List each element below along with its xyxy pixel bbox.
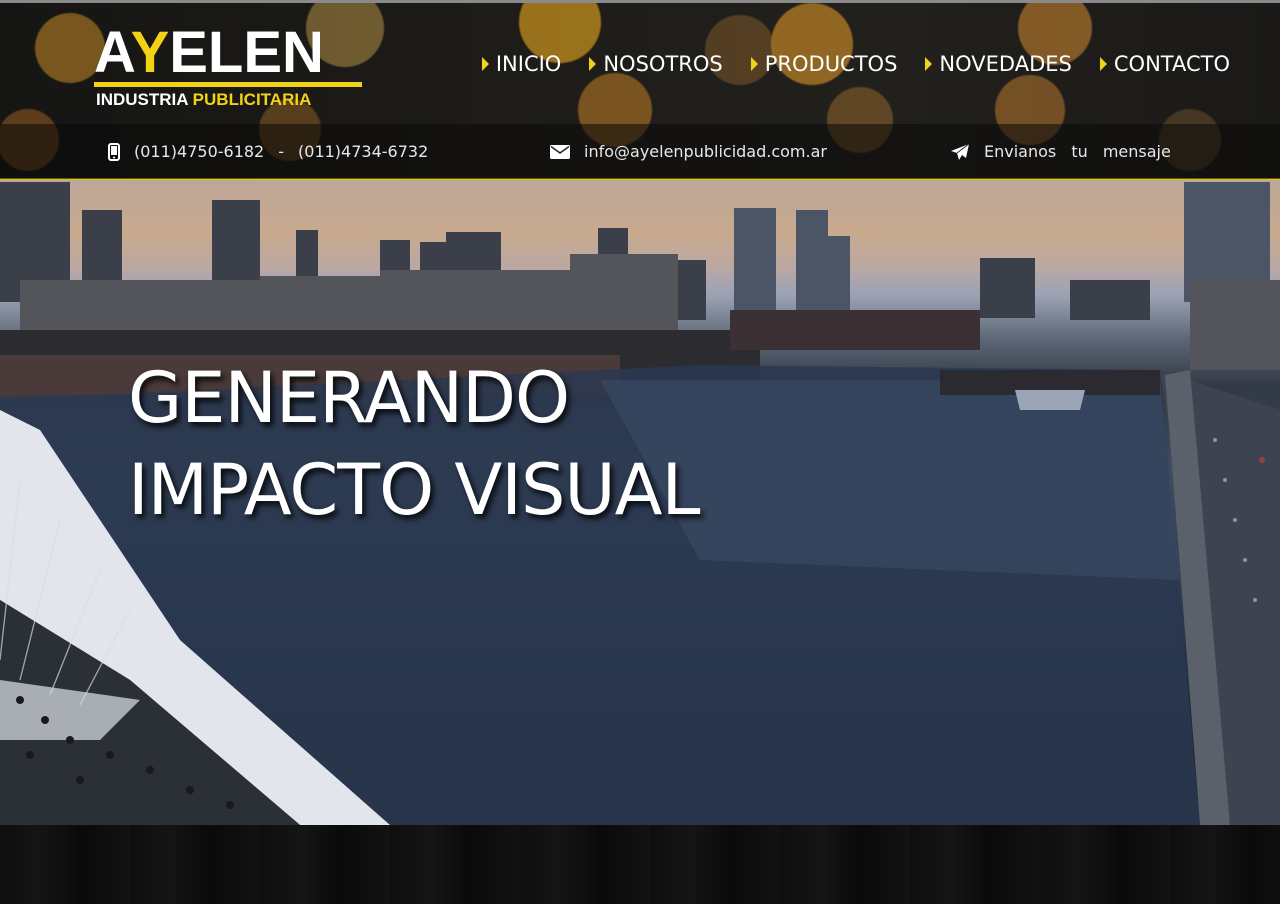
phone-separator: -: [278, 142, 285, 161]
phone-number-1[interactable]: (011)4750-6182: [134, 142, 264, 161]
caret-right-icon: [589, 57, 597, 71]
main-nav: INICIO NOSOTROS PRODUCTOS NOVEDADES CONT…: [481, 52, 1230, 76]
envelope-icon: [550, 144, 570, 159]
site-header: AYELEN INDUSTRIA PUBLICITARIA INICIO NOS…: [0, 0, 1280, 180]
phone-info: (011)4750-6182 - (011)4734-6732: [108, 124, 428, 179]
caret-right-icon: [925, 57, 933, 71]
nav-item-productos[interactable]: PRODUCTOS: [750, 52, 898, 76]
nav-item-nosotros[interactable]: NOSOTROS: [589, 52, 723, 76]
paper-plane-icon: [951, 143, 970, 160]
send-message-link[interactable]: Envianos tu mensaje: [950, 124, 1171, 179]
nav-item-novedades[interactable]: NOVEDADES: [925, 52, 1072, 76]
nav-item-label: NOVEDADES: [939, 52, 1072, 76]
nav-item-inicio[interactable]: INICIO: [481, 52, 562, 76]
hero-headline-line-1: GENERANDO: [128, 357, 570, 439]
send-message-label: Envianos tu mensaje: [984, 142, 1171, 161]
logo-tagline: INDUSTRIA PUBLICITARIA: [96, 90, 312, 109]
logo-underline: [94, 82, 362, 87]
nav-item-label: NOSOTROS: [603, 52, 723, 76]
nav-item-label: CONTACTO: [1113, 52, 1230, 76]
phone-number-2[interactable]: (011)4734-6732: [298, 142, 428, 161]
logo-wordmark: AYELEN: [94, 20, 324, 85]
caret-right-icon: [750, 57, 758, 71]
nav-item-contacto[interactable]: CONTACTO: [1099, 52, 1230, 76]
mobile-phone-icon: [108, 142, 120, 161]
hero-headline-line-2: IMPACTO VISUAL: [128, 449, 700, 531]
hero-banner: GENERANDO IMPACTO VISUAL: [0, 180, 1280, 825]
nav-item-label: PRODUCTOS: [764, 52, 898, 76]
hero-headline: GENERANDO IMPACTO VISUAL: [128, 352, 700, 536]
email-link[interactable]: info@ayelenpublicidad.com.ar: [584, 142, 827, 161]
brand-logo[interactable]: AYELEN INDUSTRIA PUBLICITARIA: [94, 24, 364, 110]
caret-right-icon: [1099, 57, 1107, 71]
caret-right-icon: [481, 57, 489, 71]
top-border: [0, 0, 1280, 3]
nav-item-label: INICIO: [495, 52, 562, 76]
email-info: info@ayelenpublicidad.com.ar: [550, 124, 827, 179]
dark-wood-strip: [0, 825, 1280, 904]
contact-bar: (011)4750-6182 - (011)4734-6732 info@aye…: [0, 124, 1280, 179]
